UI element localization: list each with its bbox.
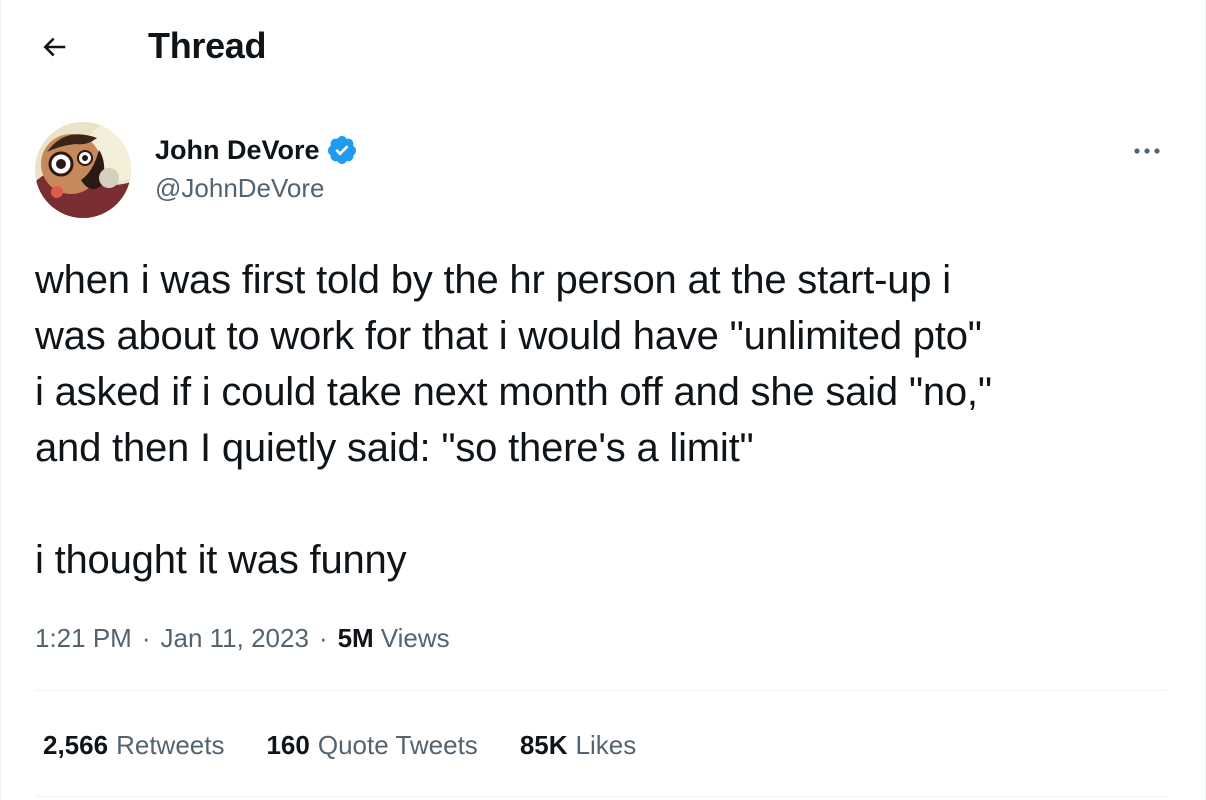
thread-header: Thread (1, 0, 1205, 92)
likes-count: 85K (519, 730, 568, 760)
avatar[interactable] (35, 122, 131, 218)
back-button[interactable] (33, 26, 75, 68)
views-label: Views (380, 623, 450, 653)
views-count: 5M (337, 623, 374, 653)
likes-label: Likes (575, 730, 637, 760)
retweets-label: Retweets (116, 730, 225, 760)
tweet-stats: 2,566 Retweets 160 Quote Tweets 85K Like… (43, 727, 678, 763)
retweets-count: 2,566 (43, 730, 109, 760)
page-title: Thread (148, 25, 267, 66)
author-name[interactable]: John DeVore (155, 134, 320, 166)
divider (35, 796, 1167, 797)
tweet-author: John DeVore @JohnDeVore (35, 122, 1175, 222)
divider (35, 690, 1167, 691)
more-options-button[interactable] (1127, 136, 1167, 166)
meta-separator: · (318, 623, 328, 653)
avatar-image (35, 122, 131, 218)
meta-separator: · (141, 623, 151, 653)
more-horizontal-icon (1134, 148, 1160, 154)
name-row: John DeVore (155, 134, 358, 166)
tweet-thread-page: Thread John DeVore @JohnDeVore when i wa… (0, 0, 1206, 800)
quote-tweets-count: 160 (266, 730, 310, 760)
author-handle[interactable]: @JohnDeVore (155, 172, 325, 204)
quote-tweets-stat[interactable]: 160 Quote Tweets (266, 727, 477, 763)
tweet-time[interactable]: 1:21 PM (35, 620, 132, 656)
verified-badge-icon (326, 134, 358, 166)
quote-tweets-label: Quote Tweets (317, 730, 478, 760)
tweet-meta: 1:21 PM · Jan 11, 2023 · 5M Views (35, 620, 450, 656)
arrow-left-icon (43, 37, 66, 57)
retweets-stat[interactable]: 2,566 Retweets (43, 727, 224, 763)
tweet-date[interactable]: Jan 11, 2023 (161, 620, 309, 656)
likes-stat[interactable]: 85K Likes (520, 727, 636, 763)
tweet-text: when i was first told by the hr person a… (35, 258, 992, 582)
